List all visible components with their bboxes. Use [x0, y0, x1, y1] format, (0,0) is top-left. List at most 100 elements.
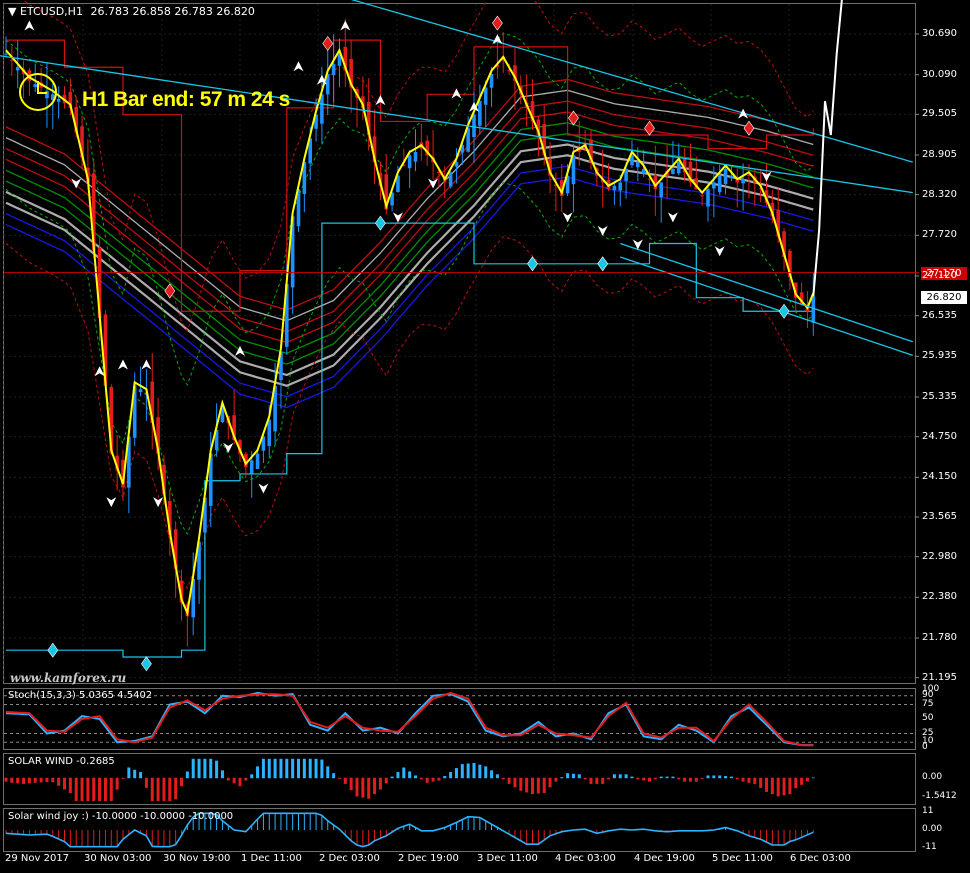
solar-wind-bar: [109, 777, 113, 801]
solar-wind-bar: [86, 777, 90, 801]
solar-wind-bar: [22, 777, 26, 784]
solar-wind-bar: [536, 777, 540, 794]
solar-wind-bar: [414, 775, 417, 779]
price-tick-label: 22.980: [922, 550, 957, 562]
solar-wind-bar: [636, 777, 640, 780]
solar-wind-bar: [326, 766, 330, 779]
price-tick-label: 24.150: [922, 471, 957, 483]
sell-signal-icon: [644, 120, 655, 136]
candle-body: [811, 296, 816, 323]
price-tick-label: 29.505: [922, 108, 957, 120]
solar-wind-bar: [519, 777, 523, 791]
solar-wind-bar: [139, 772, 143, 779]
stoch-tick-label: 50: [922, 713, 934, 723]
solar-wind-bar: [724, 776, 728, 779]
price-tick-label: 30.090: [922, 68, 957, 80]
candle-body: [741, 179, 745, 184]
time-tick-label: 1 Dec 11:00: [241, 853, 302, 864]
solar-wind-bar: [589, 777, 593, 784]
solar-wind-bar: [150, 777, 154, 801]
solar-wind-bar: [753, 777, 757, 784]
solar-wind-bar: [361, 777, 365, 798]
solar-wind-bar: [595, 777, 599, 784]
candle-body: [249, 460, 254, 474]
time-tick-label: 30 Nov 19:00: [163, 853, 231, 864]
fractal-arrow-icon: [258, 483, 269, 494]
solar-wind-bar: [443, 776, 447, 779]
solar-wind-bar: [618, 774, 622, 779]
collapse-triangle-icon[interactable]: ▼: [8, 5, 16, 18]
candle-body: [15, 67, 20, 71]
time-tick-label: 4 Dec 19:00: [634, 853, 695, 864]
solar-wind-bar: [197, 758, 201, 779]
envelope-line: [5, 236, 814, 590]
solar-wind-bar: [63, 777, 66, 790]
solar-wind-bar: [232, 777, 236, 784]
candle-body: [723, 168, 728, 185]
solar-wind-bar: [507, 777, 511, 784]
solar-wind-bar: [103, 777, 107, 801]
solar-wind-bar: [706, 775, 710, 779]
solar-wind-bar: [98, 777, 102, 801]
solar-wind-bar: [180, 777, 183, 787]
fractal-arrow-icon: [293, 61, 304, 72]
joy-tick-label: 0.00: [922, 824, 943, 834]
candle-body: [407, 155, 412, 169]
buy-signal-icon: [597, 256, 609, 272]
candle-body: [700, 195, 704, 197]
solar-wind-bar: [800, 777, 804, 785]
price-tick-label: 21.780: [922, 632, 957, 643]
solar-wind-bar: [74, 777, 78, 801]
solar-wind-bar: [601, 777, 605, 784]
solar-wind-bar: [215, 760, 219, 779]
solar-wind-bar: [133, 769, 137, 779]
solar-wind-bar: [729, 776, 733, 779]
chart-header: ▼ ETCUSD,H1 26.783 26.858 26.783 26.820: [8, 5, 255, 18]
candle-body: [466, 128, 470, 152]
buy-signal-icon: [141, 656, 152, 672]
solar-wind-bar: [384, 777, 388, 784]
price-tick-label: 30.690: [922, 28, 957, 39]
solar-wind-bar: [671, 776, 675, 779]
solar-wind-bar: [308, 758, 312, 779]
solar-wind-bar: [765, 777, 768, 792]
price-tick-label: 22.380: [922, 591, 957, 603]
candle-body: [138, 389, 143, 393]
solar-wind-bar: [648, 777, 651, 782]
solar-wind-bar: [320, 759, 324, 779]
solar-wind-bar: [4, 777, 8, 782]
solar-wind-bar: [677, 777, 681, 780]
solar-wind-bar: [337, 777, 341, 779]
candle-body: [676, 162, 681, 174]
solar-wind-bar: [314, 758, 318, 779]
solar-wind-bar: [542, 777, 546, 794]
solar-wind-bar: [683, 777, 687, 782]
price-tick-label: 24.750: [922, 430, 957, 442]
solar-wind-bar: [700, 777, 704, 779]
solar-wind-bar: [27, 777, 31, 784]
price-tick-label: 25.935: [922, 350, 957, 362]
solar-wind-bar: [449, 772, 453, 779]
candle-body: [4, 53, 8, 55]
chart-canvas[interactable]: [0, 0, 970, 873]
time-tick-label: 6 Dec 03:00: [790, 853, 851, 864]
solar-wind-bar: [718, 775, 722, 779]
time-tick-label: 2 Dec 03:00: [319, 853, 380, 864]
solar-wind-bar: [811, 777, 815, 779]
solar-wind-bar: [571, 773, 575, 779]
stoch-title: Stoch(15,3,3) 5.0365 4.5402: [8, 690, 153, 701]
candle-body: [706, 189, 710, 207]
solar-wind-bar: [566, 773, 570, 779]
solar-wind-bar: [642, 777, 646, 781]
solar-wind-bar: [39, 777, 43, 783]
solar-wind-bar: [332, 773, 336, 779]
solar-wind-bar: [378, 777, 382, 790]
solar-wind-joy-title: Solar wind joy :) -10.0000 -10.0000 -10.…: [8, 811, 234, 822]
solar-wind-bar: [121, 777, 125, 779]
solar-wind-bar: [250, 774, 254, 779]
candle-body: [267, 419, 272, 446]
candle-body: [448, 172, 453, 187]
projection-line: [812, 0, 843, 297]
solar-wind-bar: [162, 777, 166, 801]
solar-wind-bar: [607, 777, 611, 780]
